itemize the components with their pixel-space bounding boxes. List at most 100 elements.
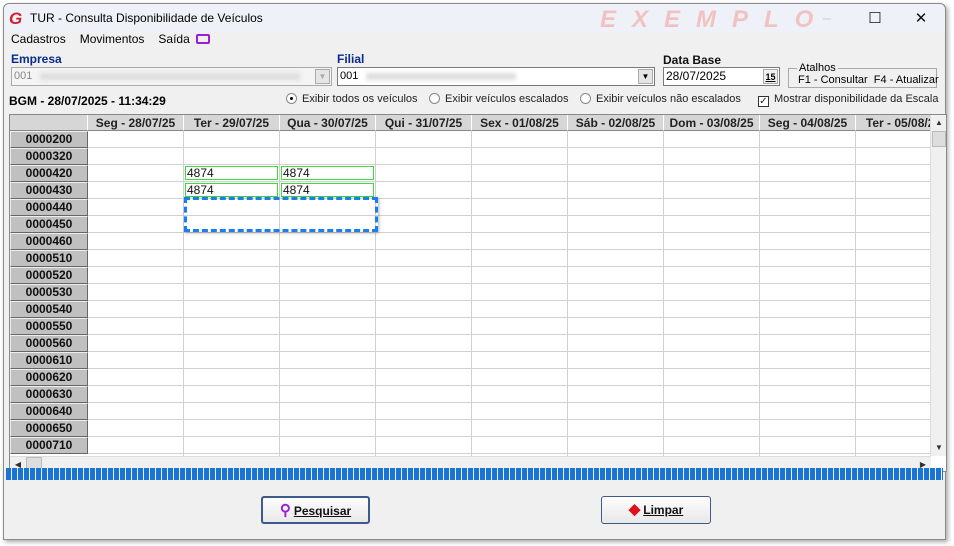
filial-value: 001: [340, 70, 359, 82]
blurred-text: [366, 72, 517, 80]
grid-line: [88, 385, 931, 386]
radio-label: Exibir todos os veículos: [302, 93, 418, 105]
row-header[interactable]: 0000640: [10, 403, 88, 420]
menu-saida[interactable]: Saída: [158, 32, 189, 46]
row-header[interactable]: 0000530: [10, 284, 88, 301]
radio-label: Exibir veículos escalados: [445, 93, 569, 105]
chevron-down-icon[interactable]: ▼: [315, 69, 330, 84]
row-header[interactable]: 0000650: [10, 420, 88, 437]
grid-line: [88, 283, 931, 284]
row-header[interactable]: 0000710: [10, 437, 88, 454]
grid-line: [88, 266, 931, 267]
column-header[interactable]: Dom - 03/08/25: [664, 115, 760, 131]
column-header[interactable]: Qua - 30/07/25: [280, 115, 376, 131]
row-header[interactable]: 0000440: [10, 199, 88, 216]
magnifier-icon: ⚲: [279, 502, 291, 519]
data-base-value: 28/07/2025: [666, 69, 727, 83]
grid-line: [88, 368, 931, 369]
monitor-icon[interactable]: [195, 34, 210, 44]
empresa-select[interactable]: 001 ▼: [11, 67, 332, 86]
atalhos-label: Atalhos: [797, 62, 838, 74]
blurred-text: [40, 72, 301, 80]
grid-line: [567, 131, 568, 456]
row-header[interactable]: 0000630: [10, 386, 88, 403]
minimize-button[interactable]: –: [804, 8, 850, 30]
grid-line: [183, 131, 184, 456]
scroll-thumb[interactable]: [932, 131, 946, 147]
row-header[interactable]: 0000450: [10, 216, 88, 233]
radio-button[interactable]: [580, 93, 591, 104]
eraser-icon: ◆: [628, 501, 641, 518]
checkmark-icon[interactable]: ✓: [758, 96, 769, 107]
radio-button[interactable]: [286, 93, 297, 104]
radio-nao-escalados[interactable]: Exibir veículos não escalados: [580, 93, 741, 105]
row-header[interactable]: 0000620: [10, 369, 88, 386]
close-button[interactable]: ✕: [898, 8, 944, 30]
data-base-label: Data Base: [663, 53, 722, 67]
grid-cell[interactable]: 4874: [185, 183, 278, 197]
grid-line: [88, 232, 931, 233]
vertical-scrollbar[interactable]: ▲ ▼: [930, 115, 946, 456]
grid-cell[interactable]: 4874: [185, 166, 278, 180]
filial-select[interactable]: 001 ▼: [337, 67, 655, 86]
scroll-down-icon[interactable]: ▼: [931, 440, 946, 456]
row-header[interactable]: 0000320: [10, 148, 88, 165]
grid-line: [855, 131, 856, 456]
main-window: G TUR - Consulta Disponibilidade de Veíc…: [3, 3, 947, 540]
column-header[interactable]: Qui - 31/07/25: [376, 115, 472, 131]
column-header[interactable]: Ter - 29/07/25: [184, 115, 280, 131]
radio-todos[interactable]: Exibir todos os veículos: [286, 93, 418, 105]
window-title: TUR - Consulta Disponibilidade de Veícul…: [30, 11, 263, 25]
grid-line: [88, 147, 931, 148]
radio-escalados[interactable]: Exibir veículos escalados: [429, 93, 569, 105]
grid-line: [88, 300, 931, 301]
row-header[interactable]: 0000200: [10, 131, 88, 148]
grid-line: [88, 351, 931, 352]
column-header[interactable]: Seg - 04/08/25: [760, 115, 856, 131]
pesquisar-label: Pesquisar: [293, 504, 352, 518]
chevron-down-icon[interactable]: ▼: [638, 69, 653, 84]
pesquisar-button[interactable]: ⚲ Pesquisar: [261, 496, 370, 524]
calendar-icon[interactable]: 15: [763, 69, 778, 84]
atalhos-group: Atalhos F1 - Consultar F4 - Atualizar: [788, 62, 939, 88]
limpar-button[interactable]: ◆ Limpar: [601, 496, 711, 524]
selection-highlight: [184, 197, 378, 232]
row-header[interactable]: 0000510: [10, 250, 88, 267]
grid-corner: [10, 115, 88, 131]
progress-bar: [6, 468, 943, 480]
grid-line: [279, 131, 280, 456]
checkbox-mostrar-escala[interactable]: ✓ Mostrar disponibilidade da Escala: [758, 93, 938, 107]
maximize-button[interactable]: ☐: [852, 8, 898, 30]
filial-label: Filial: [337, 52, 365, 66]
row-header[interactable]: 0000520: [10, 267, 88, 284]
row-header[interactable]: 0000610: [10, 352, 88, 369]
scroll-up-icon[interactable]: ▲: [931, 115, 946, 131]
menu-cadastros[interactable]: Cadastros: [11, 32, 66, 46]
radio-button[interactable]: [429, 93, 440, 104]
row-header[interactable]: 0000460: [10, 233, 88, 250]
grid-line: [88, 453, 931, 454]
grid-line: [88, 317, 931, 318]
row-header[interactable]: 0000430: [10, 182, 88, 199]
menu-bar: Cadastros Movimentos Saída: [11, 32, 224, 46]
column-header[interactable]: Seg - 28/07/25: [88, 115, 184, 131]
grid-line: [88, 164, 931, 165]
atalhos-text: F1 - Consultar F4 - Atualizar: [798, 74, 939, 86]
grid-line: [88, 419, 931, 420]
menu-movimentos[interactable]: Movimentos: [80, 32, 145, 46]
checkbox-label: Mostrar disponibilidade da Escala: [774, 93, 939, 105]
row-header[interactable]: 0000420: [10, 165, 88, 182]
column-header[interactable]: Sex - 01/08/25: [472, 115, 568, 131]
grid-cell[interactable]: 4874: [281, 166, 374, 180]
row-header[interactable]: 0000540: [10, 301, 88, 318]
grid-cell[interactable]: 4874: [281, 183, 374, 197]
title-bar: G TUR - Consulta Disponibilidade de Veíc…: [4, 4, 945, 33]
column-header[interactable]: Sáb - 02/08/25: [568, 115, 664, 131]
data-base-input[interactable]: 28/07/2025 15: [663, 67, 780, 86]
limpar-label: Limpar: [643, 503, 684, 517]
grid-line: [375, 131, 376, 456]
row-header[interactable]: 0000560: [10, 335, 88, 352]
empresa-label: Empresa: [11, 52, 62, 66]
row-header[interactable]: 0000550: [10, 318, 88, 335]
availability-grid[interactable]: 4874 4874 4874 4874 0000710 0000650 0000640 000…: [9, 114, 947, 472]
